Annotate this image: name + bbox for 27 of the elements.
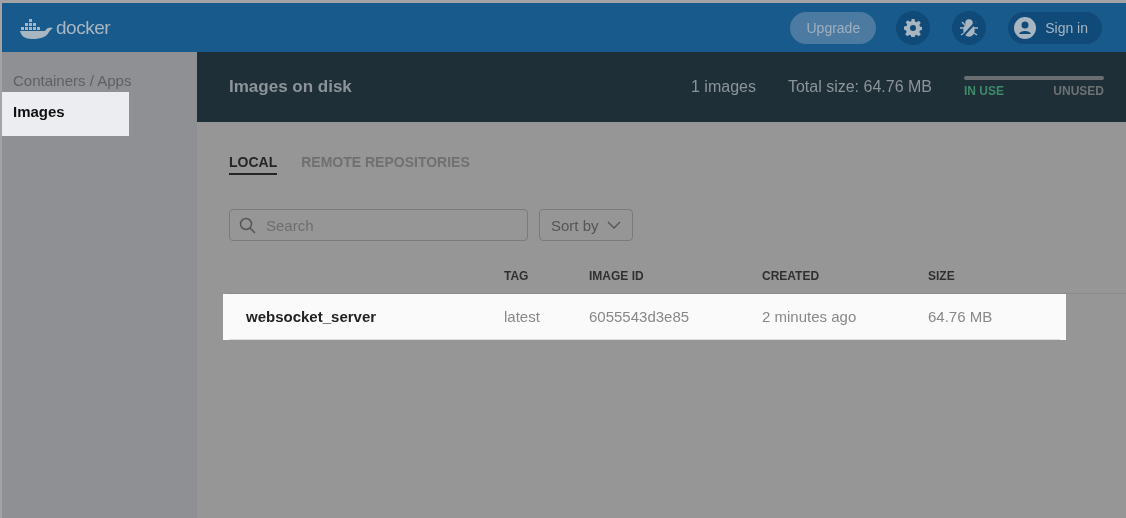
column-header: CREATED — [762, 269, 821, 283]
header-title: Images on disk — [229, 77, 353, 97]
tab[interactable]: LOCAL — [229, 154, 278, 175]
unused-label: UNUSED — [1053, 84, 1104, 98]
image-name[interactable]: websocket_server — [229, 308, 504, 325]
table-cell-text: 2 minutes ago — [762, 308, 858, 325]
settings-button[interactable] — [896, 10, 931, 45]
settings-icon — [904, 18, 923, 37]
total-size: Total size: 64.76 MB — [787, 78, 932, 96]
user-icon — [1014, 16, 1037, 39]
column-header: TAG — [504, 269, 530, 283]
whale-icon — [20, 16, 54, 39]
table-cell-text: 64.76 MB — [928, 308, 994, 325]
column-header: IMAGE ID — [589, 269, 645, 283]
in-use-label: IN USE — [964, 84, 1004, 98]
search-icon — [239, 217, 256, 234]
table-cell-text: latest — [504, 308, 541, 325]
chevron-icon — [606, 221, 621, 229]
column-header: SIZE — [928, 269, 956, 283]
sidebar-item[interactable]: Images — [2, 92, 129, 136]
logo-text: docker — [56, 16, 111, 39]
image-count: 1 images — [691, 78, 756, 96]
bug-icon — [959, 17, 980, 38]
sign-in-button[interactable]: Sign in — [1008, 11, 1102, 44]
bug-button[interactable] — [952, 10, 987, 45]
sort-dropdown[interactable]: Sort by — [539, 209, 633, 241]
table-cell-text: 6055543d3e85 — [589, 308, 691, 325]
